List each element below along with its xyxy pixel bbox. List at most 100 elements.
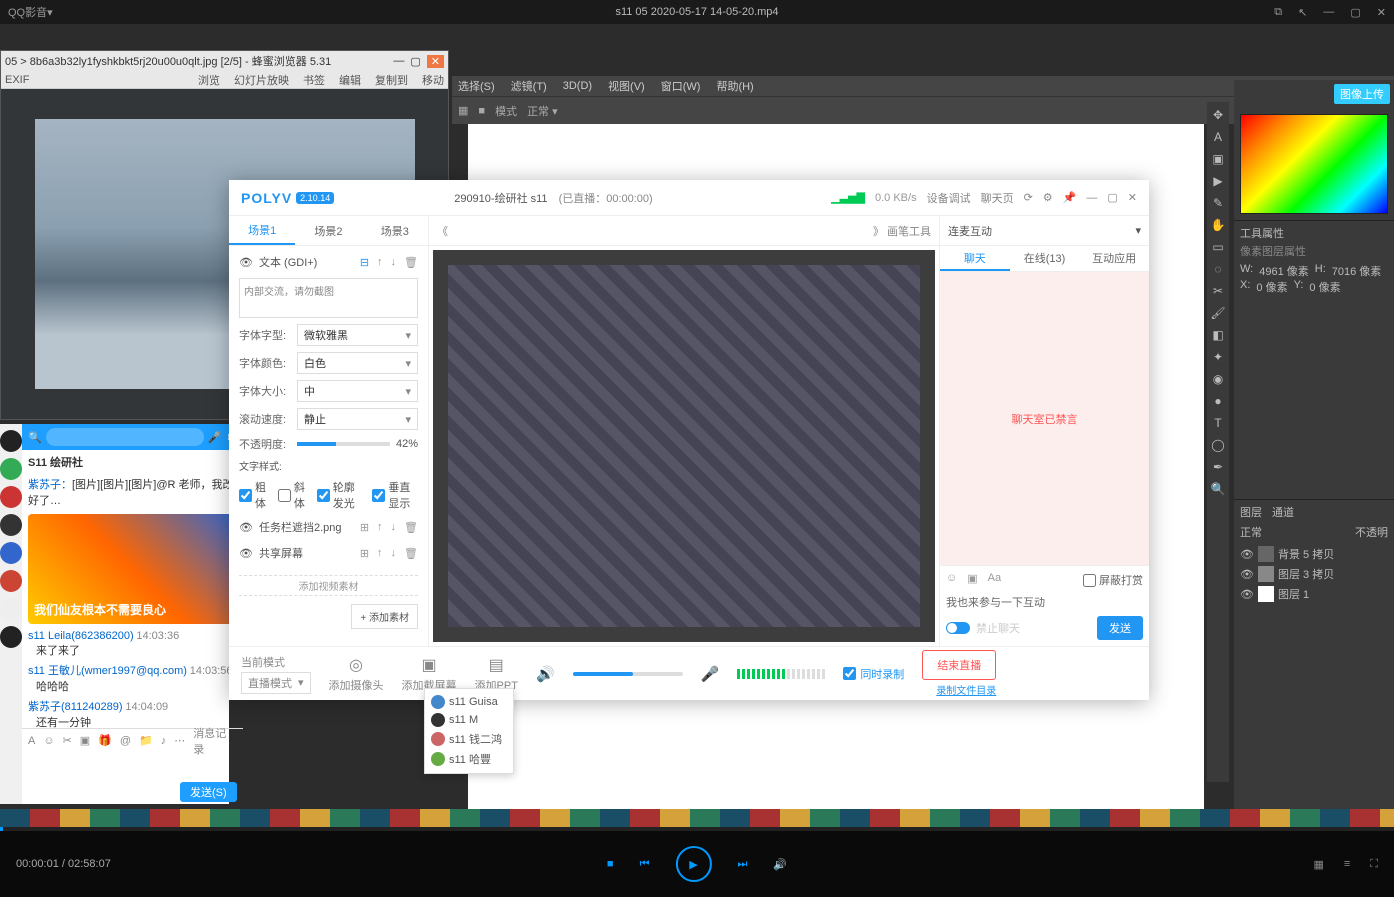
layer-thumb[interactable] [1258,566,1274,582]
opacity-label[interactable]: 不透明 [1355,524,1388,540]
lasso-tool-icon[interactable]: ◌ [1210,262,1226,278]
brush-tool-icon[interactable]: ✎ [1210,196,1226,212]
exif-label[interactable]: EXIF [5,74,29,86]
collapse-right-icon[interactable]: 》 [873,226,884,238]
brush2-tool-icon[interactable]: 🖌 [1210,306,1226,322]
menu-help[interactable]: 帮助(H) [716,78,753,94]
qq-avatar-item[interactable] [0,486,22,508]
sync-record-checkbox[interactable]: 同时录制 [843,666,904,682]
more-icon[interactable]: ⋯ [174,734,185,747]
add-camera[interactable]: ◎添加摄像头 [329,655,384,693]
chevron-down-icon[interactable]: ▾ [47,6,53,19]
qq-msg-list[interactable]: 紫苏子：[图片][图片][图片]@R 老师，我改好了… 我们仙友根本不需要良心 … [22,474,243,728]
text-content-input[interactable]: 内部交流，请勿截图 [239,278,418,318]
blur-tool-icon[interactable]: ● [1210,394,1226,410]
align-icon[interactable]: ▦ [458,104,468,117]
scene-tab-2[interactable]: 场景2 [295,216,361,245]
next-icon[interactable]: ⏭ [737,858,747,871]
speaker-icon[interactable]: 🔊 [536,665,555,683]
source-name[interactable]: 共享屏幕 [259,545,303,561]
w-value[interactable]: 4961 像素 [1259,263,1309,279]
scene-tab-1[interactable]: 场景1 [229,216,295,245]
down-icon[interactable]: ↓ [391,256,397,269]
minimize-icon[interactable]: — [1323,6,1334,18]
font-color-select[interactable]: 白色▾ [297,352,418,374]
qq-avatar-item[interactable] [0,514,22,536]
fill-icon[interactable]: ■ [478,105,485,117]
wand-tool-icon[interactable]: ✦ [1210,350,1226,366]
mode-select[interactable]: 直播模式▾ [241,672,311,694]
iv-menu-move[interactable]: 移动 [422,72,444,88]
eye-icon[interactable]: 👁 [239,521,253,534]
eye-icon[interactable]: 👁 [1240,548,1254,561]
maximize-icon[interactable]: ▢ [1107,191,1117,204]
close-icon[interactable]: ✕ [427,55,444,68]
crop2-tool-icon[interactable]: ✂ [1210,284,1226,300]
qq-avatar-item[interactable] [0,598,22,620]
refresh-icon[interactable]: ⟳ [1024,191,1033,204]
folder-icon[interactable]: 📁 [139,734,153,747]
down-icon[interactable]: ↓ [391,547,397,560]
at-icon[interactable]: @ [120,735,131,747]
font-size-select[interactable]: 中▾ [297,380,418,402]
music-icon[interactable]: ♪ [161,735,167,747]
menu-select[interactable]: 选择(S) [458,78,495,94]
iv-menu-slide[interactable]: 幻灯片放映 [234,72,289,88]
gift-icon[interactable]: 🎁 [98,734,112,747]
qq-input-area[interactable] [22,752,243,780]
pen-tool-icon[interactable]: ✒ [1210,460,1226,476]
eyedrop-tool-icon[interactable]: ◉ [1210,372,1226,388]
preview-area[interactable] [433,250,935,642]
playlist-icon[interactable]: ≡ [1344,858,1350,871]
chk-italic[interactable]: 斜体 [278,479,307,511]
source-name[interactable]: 任务栏遮挡2.png [259,519,342,535]
delete-icon[interactable]: 🗑 [404,521,418,534]
maximize-icon[interactable]: ▢ [1350,6,1360,19]
qq-avatar-item[interactable] [0,626,22,648]
qq-group-title[interactable]: S11 绘研社 [22,450,243,474]
shape-tool-icon[interactable]: ◯ [1210,438,1226,454]
volume-icon[interactable]: 🔊 [773,858,787,871]
up-icon[interactable]: ↑ [377,256,383,269]
cursor-icon[interactable]: ↖ [1298,6,1307,19]
expand-icon[interactable]: ⊞ [360,547,369,560]
menu-3d[interactable]: 3D(D) [563,80,592,92]
progress-bar[interactable] [0,827,1394,831]
chk-bold[interactable]: 粗体 [239,479,268,511]
crop-tool-icon[interactable]: ▣ [1210,152,1226,168]
type-tool-icon[interactable]: T [1210,416,1226,432]
eraser-tool-icon[interactable]: ◧ [1210,328,1226,344]
prev-icon[interactable]: ⏮ [640,858,650,871]
up-icon[interactable]: ↑ [377,547,383,560]
upload-button[interactable]: 图像上传 [1334,84,1390,104]
close-icon[interactable]: ✕ [1128,191,1137,204]
hand-tool-icon[interactable]: ✋ [1210,218,1226,234]
qq-avatar-item[interactable] [0,542,22,564]
hide-reward-checkbox[interactable]: 屏蔽打赏 [1083,572,1143,588]
scene-tab-3[interactable]: 场景3 [362,216,428,245]
qq-send-button[interactable]: 发送(S) [180,782,237,802]
collapse-icon[interactable]: ⊟ [360,256,369,269]
normal-label[interactable]: 正常 ▾ [527,103,558,119]
tab-interact[interactable]: 互动应用 [1079,246,1149,271]
delete-icon[interactable]: 🗑 [404,256,418,269]
voice-icon[interactable]: 🎤 [208,431,222,444]
menu-view[interactable]: 视图(V) [608,78,645,94]
tab-online[interactable]: 在线(13) [1010,246,1080,271]
qq-avatar-item[interactable] [0,458,22,480]
image-icon[interactable]: ▣ [967,572,977,588]
font-icon[interactable]: A [28,735,35,747]
menu-window[interactable]: 窗口(W) [661,78,701,94]
fullscreen-icon[interactable]: ⛶ [1370,858,1378,871]
layers-tab[interactable]: 图层 [1240,504,1262,520]
source-name[interactable]: 文本 (GDI+) [259,254,317,270]
add-capture[interactable]: ▣添加截屏幕 [402,655,457,693]
ban-chat-toggle[interactable] [946,622,970,634]
right-header-title[interactable]: 连麦互动 [948,223,992,239]
iv-menu-edit[interactable]: 编辑 [339,72,361,88]
delete-icon[interactable]: 🗑 [404,547,418,560]
font-family-select[interactable]: 微软雅黑▾ [297,324,418,346]
iv-menu-copy[interactable]: 复制到 [375,72,408,88]
pin-icon[interactable]: 📌 [1063,191,1077,204]
layer-thumb[interactable] [1258,586,1274,602]
